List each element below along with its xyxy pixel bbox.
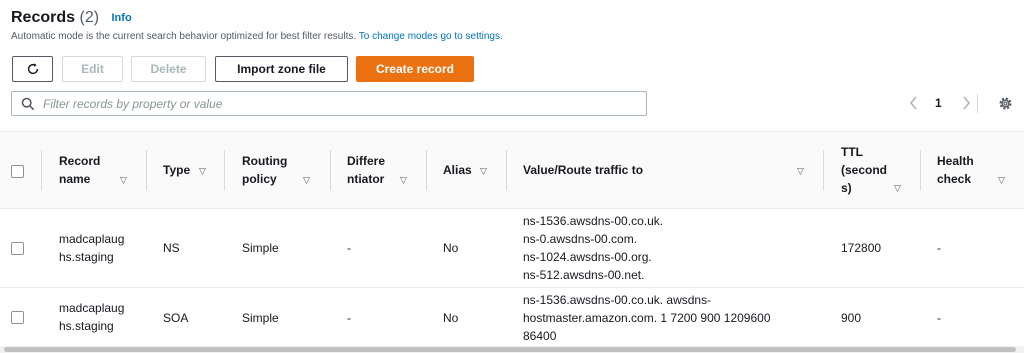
sort-icon[interactable]: ▽ (400, 175, 407, 186)
preferences-button[interactable] (998, 96, 1013, 116)
column-header-type[interactable]: Type (163, 132, 190, 208)
record-count: (2) (79, 9, 100, 26)
sort-icon[interactable]: ▽ (998, 175, 1005, 186)
sort-icon[interactable]: ▽ (894, 183, 901, 194)
column-header-ttl[interactable]: TTL (second s) (841, 132, 887, 208)
record-name: madcaplaug hs.staging (59, 301, 125, 333)
info-link[interactable]: Info (112, 12, 132, 24)
record-value: ns-1536.awsdns-00.co.uk. ns-0.awsdns-00.… (523, 214, 664, 282)
prev-page-button[interactable] (908, 96, 920, 115)
record-name: madcaplaug hs.staging (59, 232, 125, 264)
column-header-value[interactable]: Value/Route traffic to (523, 132, 643, 208)
pagination-divider (977, 94, 978, 113)
differentiator: - (347, 311, 351, 325)
column-header-record-name[interactable]: Record name (59, 132, 100, 208)
chevron-right-icon (963, 96, 971, 110)
gear-icon (999, 97, 1012, 110)
table-row[interactable]: madcaplaug hs.staging SOA Simple - No ns-… (0, 288, 1024, 350)
table-header: Record name ▽ Type ▽ Routing policy ▽ Diff… (0, 131, 1024, 209)
table-row[interactable]: madcaplaug hs.staging NS Simple - No ns-1… (0, 209, 1024, 288)
delete-button[interactable]: Delete (131, 56, 206, 82)
ttl: 900 (841, 311, 862, 325)
health-check: - (937, 241, 941, 255)
health-check: - (937, 311, 941, 325)
record-value: ns-1536.awsdns-00.co.uk. awsdns- hostmas… (523, 293, 771, 343)
create-record-button[interactable]: Create record (356, 56, 474, 82)
row-checkbox[interactable] (11, 242, 24, 255)
record-type: NS (163, 241, 180, 255)
sort-icon[interactable]: ▽ (120, 175, 127, 186)
search-mode-description: Automatic mode is the current search beh… (11, 31, 503, 42)
routing-policy: Simple (242, 241, 279, 255)
search-icon (21, 97, 35, 110)
column-header-differentiator[interactable]: Differe ntiator (347, 132, 385, 208)
column-header-alias[interactable]: Alias (443, 132, 472, 208)
refresh-button[interactable] (12, 56, 53, 82)
page-title: Records (2) (11, 9, 100, 26)
sort-icon[interactable]: ▽ (797, 166, 804, 177)
edit-button[interactable]: Edit (62, 56, 123, 82)
column-header-routing-policy[interactable]: Routing policy (242, 132, 287, 208)
routing-policy: Simple (242, 311, 279, 325)
alias: No (443, 311, 459, 325)
search-input[interactable] (43, 96, 633, 111)
alias: No (443, 241, 459, 255)
import-zone-file-button[interactable]: Import zone file (215, 56, 348, 82)
chevron-left-icon (909, 96, 917, 110)
records-header: Records (2) Info (11, 9, 132, 27)
sort-icon[interactable]: ▽ (480, 166, 487, 177)
current-page[interactable]: 1 (935, 96, 942, 110)
row-checkbox[interactable] (11, 311, 24, 324)
ttl: 172800 (841, 241, 882, 255)
refresh-icon (27, 63, 38, 75)
sort-icon[interactable]: ▽ (303, 175, 310, 186)
scrollbar-thumb[interactable] (4, 347, 1016, 352)
differentiator: - (347, 241, 351, 255)
filter-search-box[interactable] (11, 91, 647, 116)
select-all-checkbox[interactable] (11, 165, 24, 178)
next-page-button[interactable] (960, 96, 972, 115)
record-type: SOA (163, 311, 189, 325)
settings-link[interactable]: To change modes go to settings. (359, 31, 503, 42)
column-header-health-check[interactable]: Health check (937, 132, 974, 208)
horizontal-scrollbar[interactable] (0, 346, 1024, 353)
sort-icon[interactable]: ▽ (199, 166, 206, 177)
